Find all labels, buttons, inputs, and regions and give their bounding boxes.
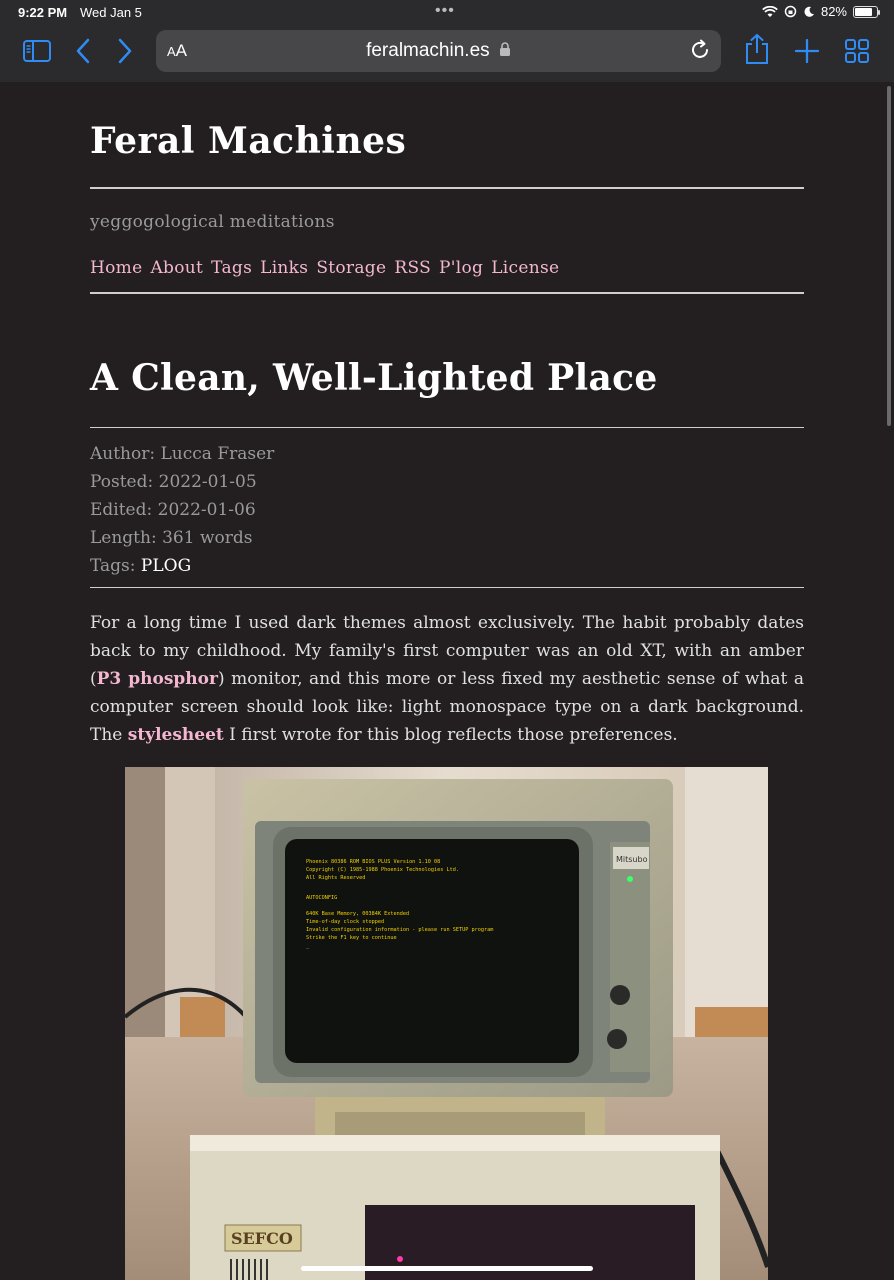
nav-tags[interactable]: Tags — [211, 258, 252, 278]
stylesheet-link[interactable]: stylesheet — [128, 725, 224, 745]
lock-icon — [499, 42, 510, 56]
nav-home[interactable]: Home — [90, 258, 142, 278]
nav-license[interactable]: License — [491, 258, 559, 278]
status-bar: 9:22 PM Wed Jan 5 ••• 82% — [0, 0, 894, 26]
status-time: 9:22 PM — [18, 5, 68, 20]
site-nav: Home About Tags Links Storage RSS P'log … — [90, 258, 559, 278]
site-title[interactable]: Feral Machines — [90, 120, 406, 162]
meta-tags: Tags: PLOG — [90, 556, 192, 576]
post-photo: Mitsubo Phoenix 80386 ROM BIOS PLUS Vers… — [125, 767, 768, 1280]
share-icon[interactable] — [744, 33, 770, 64]
svg-text:AUTOCONFIG: AUTOCONFIG — [306, 895, 337, 901]
nav-about[interactable]: About — [150, 258, 203, 278]
address-bar[interactable]: AA feralmachin.es — [156, 30, 721, 72]
multitasking-dots-icon[interactable]: ••• — [435, 2, 455, 20]
svg-text:Time-of-day clock stopped: Time-of-day clock stopped — [306, 919, 384, 925]
status-date: Wed Jan 5 — [80, 5, 142, 20]
back-icon[interactable] — [74, 36, 92, 66]
meta-author: Author: Lucca Fraser — [90, 444, 275, 464]
svg-text:Copyright (C) 1985-1988 Phoeni: Copyright (C) 1985-1988 Phoenix Technolo… — [306, 867, 459, 873]
battery-icon — [853, 5, 880, 18]
meta-edited: Edited: 2022-01-06 — [90, 500, 256, 520]
orientation-lock-icon — [784, 5, 797, 18]
status-right: 82% — [762, 4, 880, 19]
case-badge: SEFCO — [231, 1229, 293, 1248]
safari-toolbar: AA feralmachin.es — [0, 26, 894, 82]
post-title: A Clean, Well-Lighted Place — [90, 357, 658, 399]
nav-rss[interactable]: RSS — [394, 258, 431, 278]
svg-text:Phoenix 80386 ROM BIOS PLUS Ve: Phoenix 80386 ROM BIOS PLUS Version 1.10… — [306, 859, 440, 865]
svg-text:Strike the F1 key to continue: Strike the F1 key to continue — [306, 935, 397, 941]
divider — [90, 292, 804, 294]
meta-length: Length: 361 words — [90, 528, 253, 548]
post-paragraph: For a long time I used dark themes almos… — [90, 613, 804, 745]
url-display[interactable]: feralmachin.es — [156, 40, 721, 62]
reload-icon[interactable] — [689, 39, 711, 65]
nav-plog[interactable]: P'log — [439, 258, 483, 278]
post-meta: Author: Lucca Fraser Posted: 2022-01-05 … — [90, 440, 274, 580]
scrollbar[interactable] — [887, 86, 891, 426]
svg-text:Invalid configuration informat: Invalid configuration information - plea… — [306, 927, 493, 933]
nav-storage[interactable]: Storage — [316, 258, 386, 278]
divider — [90, 427, 804, 428]
home-indicator[interactable] — [301, 1266, 593, 1271]
monitor-brand-label: Mitsubo — [616, 855, 648, 864]
forward-icon[interactable] — [116, 36, 134, 66]
moon-icon — [804, 6, 814, 17]
tab-overview-icon[interactable] — [844, 36, 870, 66]
wifi-icon — [762, 5, 778, 17]
xt-computer-photo: Mitsubo Phoenix 80386 ROM BIOS PLUS Vers… — [125, 767, 768, 1280]
tag-link-plog[interactable]: PLOG — [141, 556, 191, 576]
new-tab-icon[interactable] — [794, 36, 820, 66]
divider — [90, 587, 804, 588]
divider — [90, 187, 804, 189]
site-subtitle: yeggogological meditations — [90, 212, 335, 232]
svg-text:All Rights Reserved: All Rights Reserved — [306, 875, 365, 881]
battery-percent: 82% — [820, 4, 847, 19]
sidebar-icon[interactable] — [22, 36, 52, 66]
meta-posted: Posted: 2022-01-05 — [90, 472, 257, 492]
nav-links[interactable]: Links — [260, 258, 308, 278]
svg-text:640K Base Memory, 00384K Exten: 640K Base Memory, 00384K Extended — [306, 911, 409, 917]
domain-text: feralmachin.es — [366, 40, 490, 61]
p3-phosphor-link[interactable]: P3 phosphor — [97, 669, 218, 689]
